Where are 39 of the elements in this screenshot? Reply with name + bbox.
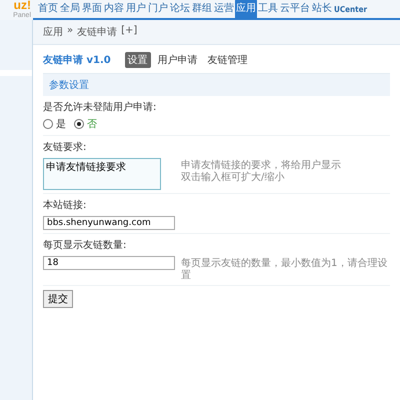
field-label: 每页显示友链数量: [43, 239, 128, 253]
input-field[interactable]: bbs.shenyunwang.com [43, 216, 175, 230]
field-label: 友链要求: [43, 140, 88, 155]
radio-label[interactable]: 否 [87, 117, 97, 131]
nav-tab[interactable]: UCenter [333, 2, 368, 18]
nav-tab[interactable]: 门户 [147, 0, 169, 18]
nav-tab[interactable]: 云平台 [279, 0, 311, 18]
nav-tab[interactable]: 首页 [37, 0, 59, 18]
plugin-tab[interactable]: 友链管理 [204, 52, 251, 68]
hint-text: 双击输入框可扩大/缩小 [181, 172, 286, 184]
nav-tab[interactable]: 应用 [235, 0, 257, 18]
nav-tab[interactable]: 论坛 [169, 0, 191, 18]
textarea-field[interactable]: 申请友情链接要求 [43, 158, 161, 190]
nav-tab[interactable]: 用户 [125, 0, 147, 18]
plugin-tab[interactable]: 设置 [124, 52, 151, 68]
radio-label[interactable]: 是 [56, 117, 66, 131]
input-field[interactable]: 18 [43, 256, 175, 270]
breadcrumb-separator: » [67, 25, 74, 38]
field-label: 本站链接: [43, 198, 88, 213]
plugin-title: 友链申请 v1.0 [43, 54, 111, 67]
nav-tab[interactable]: 界面 [81, 0, 103, 18]
breadcrumb-link[interactable]: 友链申请 [77, 25, 118, 39]
hint-text: 申请友情链接的要求，将给用户显示 [181, 160, 342, 172]
breadcrumb-link[interactable]: 应用 [43, 25, 63, 39]
section-header: 参数设置 [43, 73, 390, 96]
nav-tab[interactable]: 工具 [257, 0, 279, 18]
plugin-tab[interactable]: 用户申请 [154, 52, 201, 68]
hint-text: 每页显示友链的数量，最小数值为1，请合理设置 [181, 258, 388, 282]
add-link[interactable]: [+] [121, 25, 138, 39]
submit-button[interactable]: 提交 [43, 290, 73, 308]
radio-button[interactable] [74, 119, 84, 129]
field-label: 是否允许未登陆用户申请: [43, 100, 158, 115]
nav-tab[interactable]: 站长 [311, 0, 333, 18]
logo-text: uz! [14, 0, 31, 11]
nav-tab[interactable]: 群组 [191, 0, 213, 18]
nav-tab[interactable]: 运营 [213, 0, 235, 18]
nav-tab[interactable]: 内容 [103, 0, 125, 18]
radio-button[interactable] [43, 119, 53, 129]
nav-tab[interactable]: 全局 [59, 0, 81, 18]
